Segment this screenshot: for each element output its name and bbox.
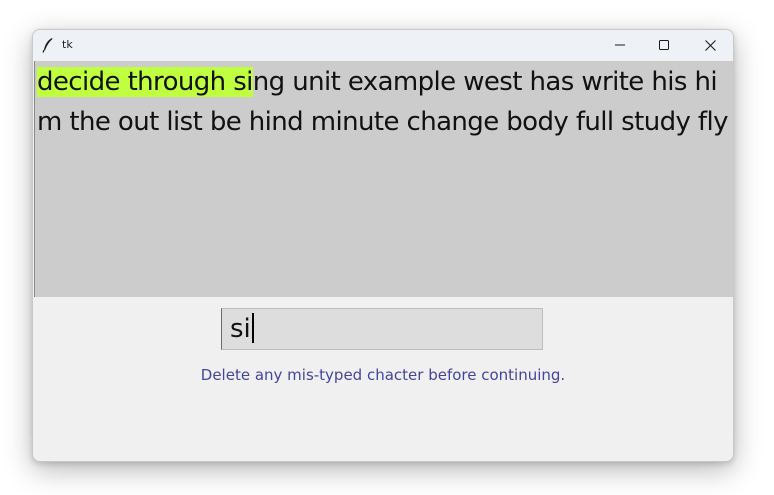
feather-icon	[42, 37, 54, 53]
text-caret	[251, 313, 254, 343]
status-message: Delete any mis-typed chacter before cont…	[200, 366, 566, 384]
app-window: tk decide through sing unit example west…	[32, 29, 734, 462]
typing-input[interactable]: si	[221, 308, 543, 350]
maximize-icon	[659, 40, 669, 50]
typing-input-value: si	[230, 313, 254, 345]
minimize-button[interactable]	[597, 30, 643, 60]
window-title: tk	[62, 38, 73, 51]
passage-text-area[interactable]: decide through sing unit example west ha…	[34, 61, 733, 297]
typed-highlight: decide through si	[37, 67, 253, 97]
title-bar[interactable]: tk	[33, 30, 733, 60]
passage-text: decide through sing unit example west ha…	[37, 63, 731, 142]
typed-value: si	[230, 314, 251, 344]
close-button[interactable]	[687, 30, 733, 60]
desktop: tk decide through sing unit example west…	[0, 0, 774, 495]
close-icon	[704, 39, 716, 51]
maximize-button[interactable]	[641, 30, 687, 60]
minimize-icon	[615, 40, 625, 50]
